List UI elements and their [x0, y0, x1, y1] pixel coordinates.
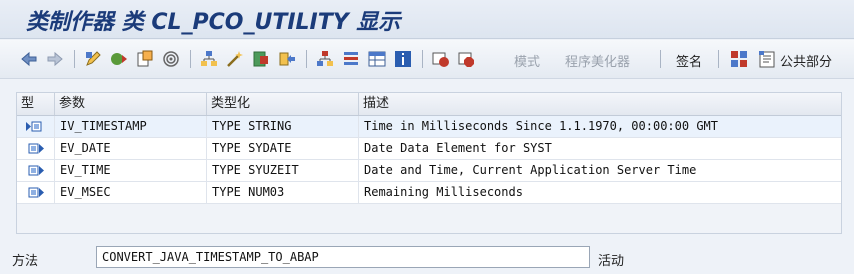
- check-icon[interactable]: [110, 50, 128, 68]
- exporting-param-icon: [17, 138, 55, 159]
- signature-button[interactable]: 签名: [676, 51, 702, 70]
- table-row[interactable]: IV_TIMESTAMP TYPE STRING Time in Millise…: [17, 116, 841, 138]
- param-description[interactable]: Date Data Element for SYST: [359, 138, 841, 159]
- table-header: 型 参数 类型化 描述: [17, 93, 841, 116]
- table-row[interactable]: EV_TIME TYPE SYUZEIT Date and Time, Curr…: [17, 160, 841, 182]
- stop-icon[interactable]: [458, 50, 476, 68]
- activation-state: 活动: [598, 254, 625, 269]
- method-name-field[interactable]: CONVERT_JAVA_TIMESTAMP_TO_ABAP: [96, 246, 590, 268]
- table-view-icon[interactable]: [368, 50, 386, 68]
- toolbar-separator: [190, 50, 191, 68]
- pretty-printer-button[interactable]: 程序美化器: [565, 51, 630, 70]
- param-name[interactable]: EV_TIME: [55, 160, 207, 181]
- param-description[interactable]: Remaining Milliseconds: [359, 182, 841, 203]
- hierarchy-icon[interactable]: [200, 50, 218, 68]
- class-hierarchy-icon[interactable]: [730, 50, 748, 68]
- mode-button[interactable]: 模式: [514, 51, 540, 70]
- title-bar: 类制作器 类 CL_PCO_UTILITY 显示: [0, 0, 854, 39]
- info-icon[interactable]: [394, 50, 412, 68]
- table-row[interactable]: EV_DATE TYPE SYDATE Date Data Element fo…: [17, 138, 841, 160]
- param-name[interactable]: IV_TIMESTAMP: [55, 116, 207, 137]
- arrow-left-icon[interactable]: [20, 50, 38, 68]
- public-section-icon[interactable]: [758, 50, 776, 68]
- column-header-type[interactable]: 型: [17, 93, 55, 115]
- window-title: 类制作器 类 CL_PCO_UTILITY 显示: [26, 10, 401, 35]
- breakpoint-icon[interactable]: [432, 50, 450, 68]
- class-icon[interactable]: [252, 50, 270, 68]
- param-name[interactable]: EV_DATE: [55, 138, 207, 159]
- exporting-param-icon: [17, 160, 55, 181]
- list-icon[interactable]: [342, 50, 360, 68]
- toolbar-separator: [660, 50, 661, 68]
- object-list-icon[interactable]: [136, 50, 154, 68]
- tree-icon[interactable]: [316, 50, 334, 68]
- column-header-parameter[interactable]: 参数: [55, 93, 207, 115]
- table-row[interactable]: EV_MSEC TYPE NUM03 Remaining Millisecond…: [17, 182, 841, 204]
- param-description[interactable]: Date and Time, Current Application Serve…: [359, 160, 841, 181]
- column-header-description[interactable]: 描述: [359, 93, 841, 115]
- magic-wand-icon[interactable]: [226, 50, 244, 68]
- public-section-button[interactable]: 公共部分: [780, 51, 832, 70]
- exporting-param-icon: [17, 182, 55, 203]
- column-header-typing[interactable]: 类型化: [207, 93, 359, 115]
- display-change-icon[interactable]: [84, 50, 102, 68]
- arrow-right-icon[interactable]: [46, 50, 64, 68]
- param-typing[interactable]: TYPE SYDATE: [207, 138, 359, 159]
- navigate-icon[interactable]: [278, 50, 296, 68]
- param-typing[interactable]: TYPE STRING: [207, 116, 359, 137]
- toolbar-separator: [718, 50, 719, 68]
- param-description[interactable]: Time in Milliseconds Since 1.1.1970, 00:…: [359, 116, 841, 137]
- param-typing[interactable]: TYPE NUM03: [207, 182, 359, 203]
- method-status-bar: 方法 CONVERT_JAVA_TIMESTAMP_TO_ABAP 活动: [0, 240, 854, 274]
- toolbar-separator: [74, 50, 75, 68]
- parameter-table: 型 参数 类型化 描述 IV_TIMESTAMP TYPE STRING Tim…: [16, 92, 842, 234]
- application-toolbar: 模式 程序美化器 签名 公共部分: [0, 40, 854, 79]
- toolbar-separator: [422, 50, 423, 68]
- param-typing[interactable]: TYPE SYUZEIT: [207, 160, 359, 181]
- where-used-icon[interactable]: [162, 50, 180, 68]
- method-label: 方法: [12, 254, 39, 269]
- importing-param-icon: [17, 116, 55, 137]
- toolbar-separator: [306, 50, 307, 68]
- param-name[interactable]: EV_MSEC: [55, 182, 207, 203]
